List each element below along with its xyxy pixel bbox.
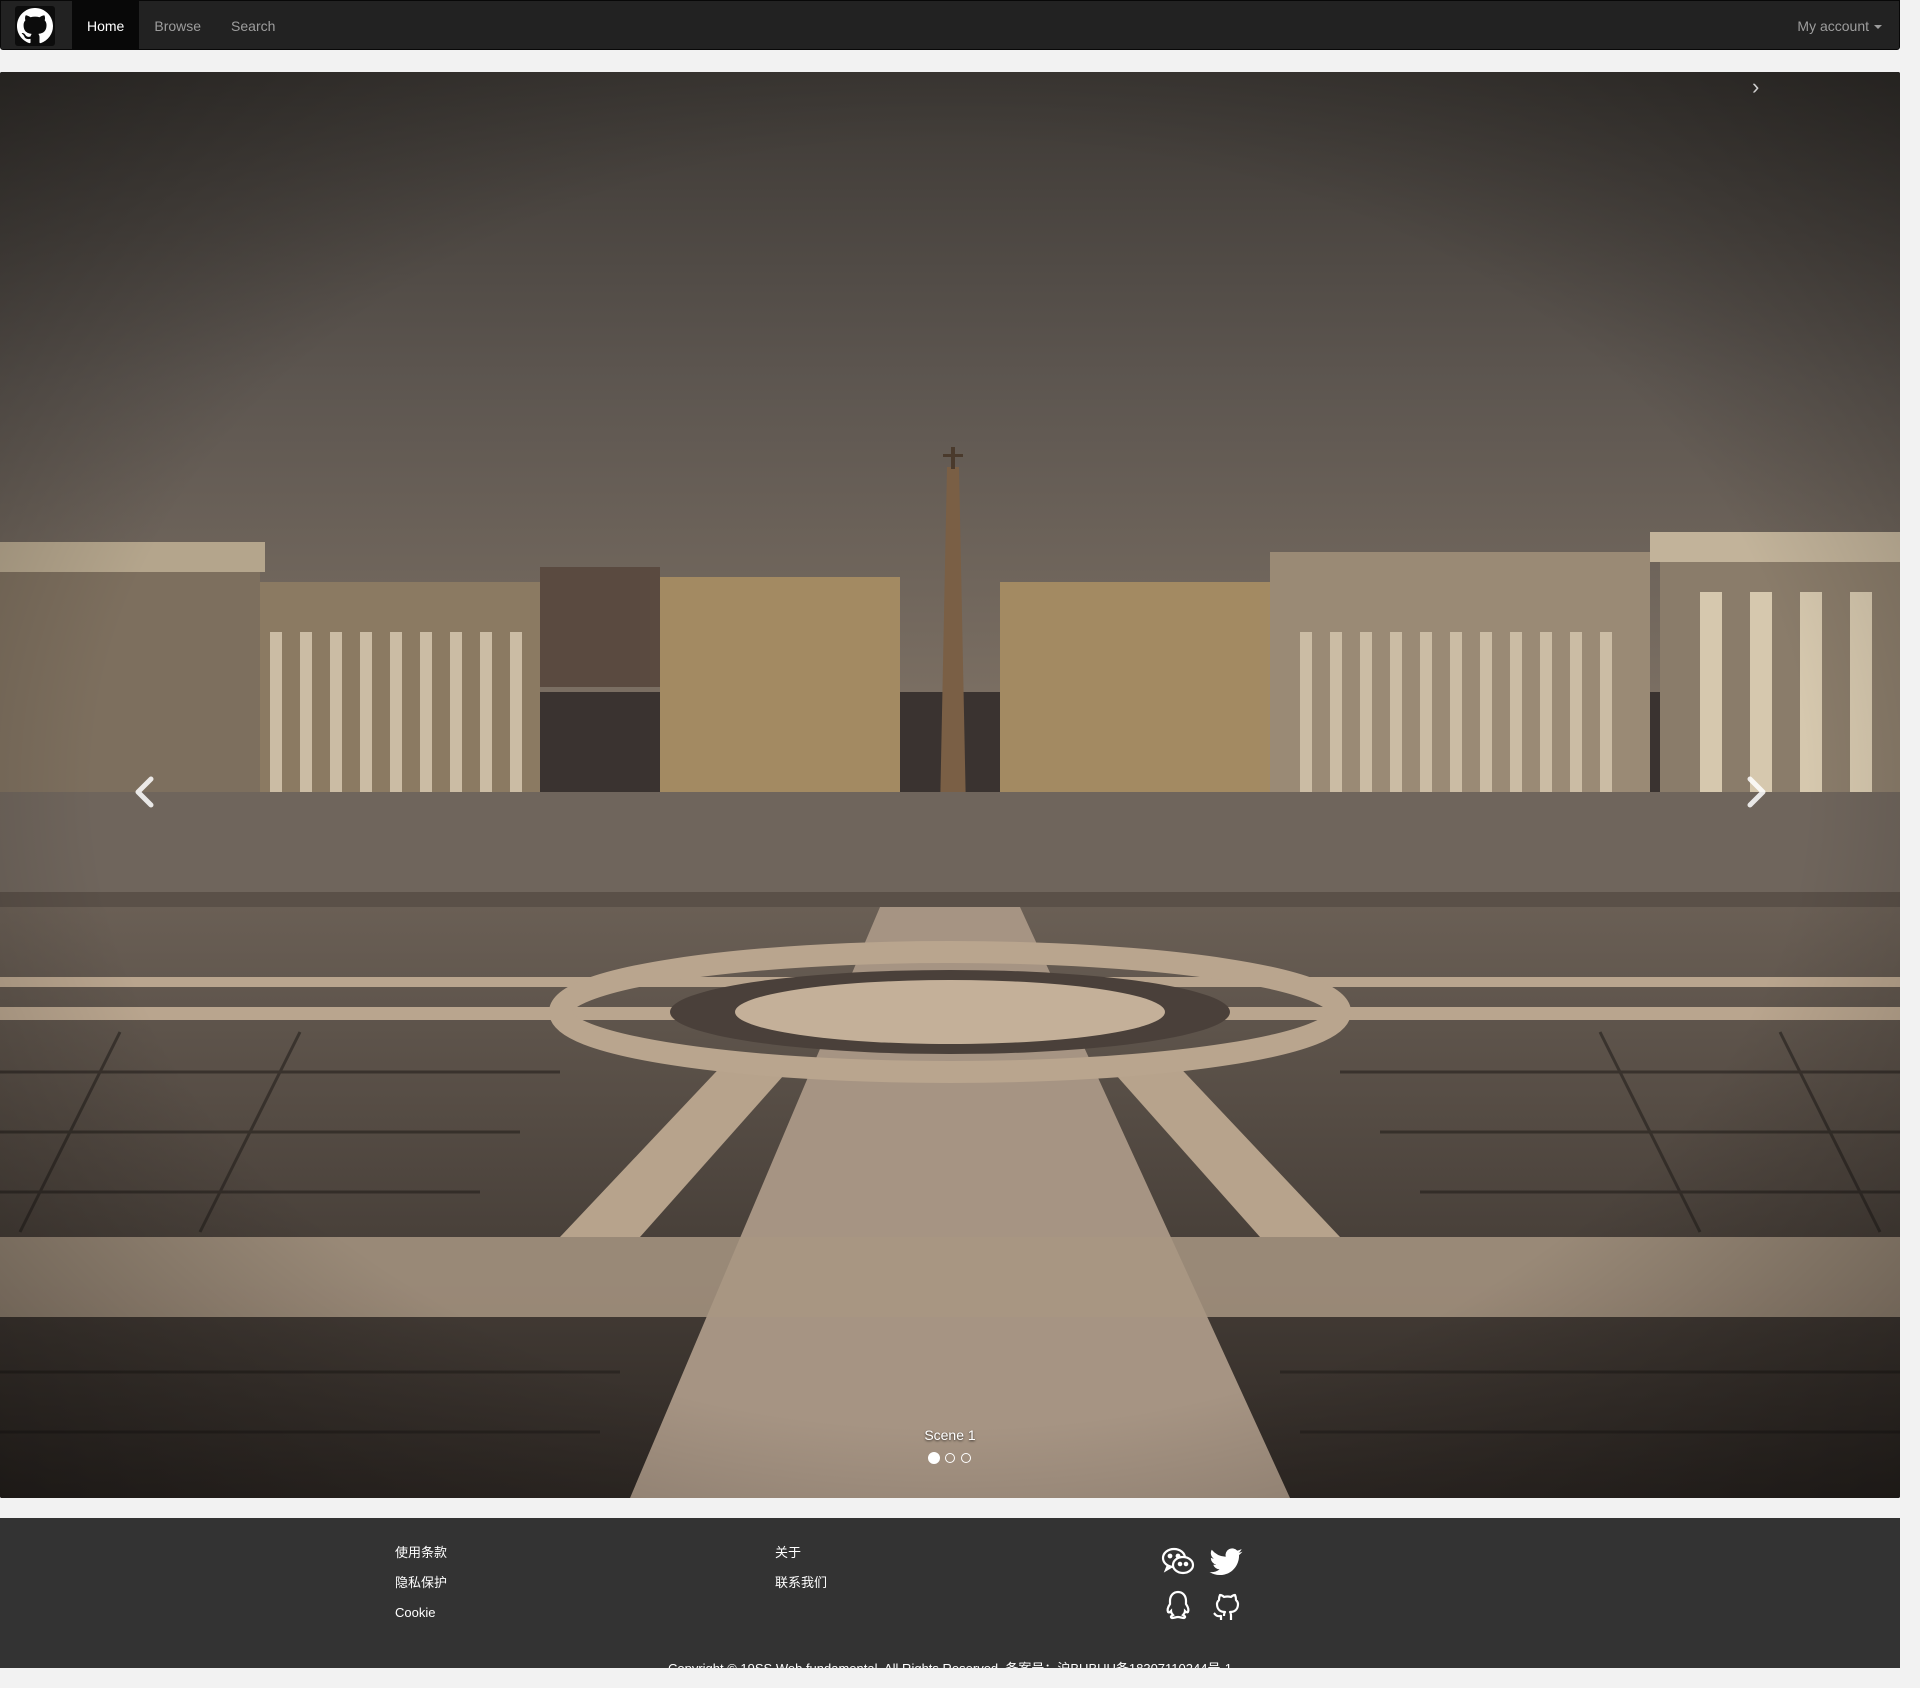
image-carousel: › Scene 1 <box>0 72 1900 1498</box>
carousel-caption: Scene 1 <box>924 1427 976 1443</box>
github-logo-icon[interactable] <box>15 6 55 46</box>
carousel-indicator-2[interactable] <box>945 1453 955 1463</box>
footer-link-contact[interactable]: 联系我们 <box>775 1568 827 1598</box>
footer-links-legal: 使用条款 隐私保护 Cookie <box>395 1538 447 1628</box>
chevron-right-icon <box>1747 776 1766 808</box>
twitter-icon[interactable] <box>1206 1542 1246 1582</box>
nav-search-link[interactable]: Search <box>216 1 290 50</box>
carousel-slide-image <box>0 72 1900 1498</box>
github-icon[interactable] <box>1206 1586 1246 1626</box>
my-account-label: My account <box>1797 18 1869 34</box>
chevron-left-icon <box>135 776 154 808</box>
footer-links-about: 关于 联系我们 <box>775 1538 827 1598</box>
wechat-icon[interactable] <box>1158 1542 1198 1582</box>
footer-link-privacy[interactable]: 隐私保护 <box>395 1568 447 1598</box>
nav-home-link[interactable]: Home <box>72 1 140 50</box>
footer-link-about[interactable]: 关于 <box>775 1538 827 1568</box>
github-logo-svg <box>17 8 53 44</box>
carousel-top-arrow[interactable]: › <box>1752 74 1759 100</box>
top-navbar: Home Browse Search My account <box>0 0 1900 50</box>
footer-link-terms[interactable]: 使用条款 <box>395 1538 447 1568</box>
nav-browse-link[interactable]: Browse <box>139 1 216 50</box>
qq-icon[interactable] <box>1158 1586 1198 1626</box>
carousel-prev-button[interactable] <box>115 762 175 822</box>
carousel-next-button[interactable] <box>1726 762 1786 822</box>
caret-down-icon <box>1874 25 1882 30</box>
carousel-indicator-3[interactable] <box>961 1453 971 1463</box>
carousel-indicators <box>0 1452 1900 1464</box>
carousel-indicator-1[interactable] <box>928 1452 940 1464</box>
main-nav: Home Browse Search <box>72 1 290 50</box>
my-account-dropdown[interactable]: My account <box>1794 1 1885 50</box>
footer-link-cookie[interactable]: Cookie <box>395 1598 447 1628</box>
copyright-text: Copyright © 19SS Web fundamental. All Ri… <box>0 1658 1900 1668</box>
site-footer: 使用条款 隐私保护 Cookie 关于 联系我们 <box>0 1518 1900 1668</box>
